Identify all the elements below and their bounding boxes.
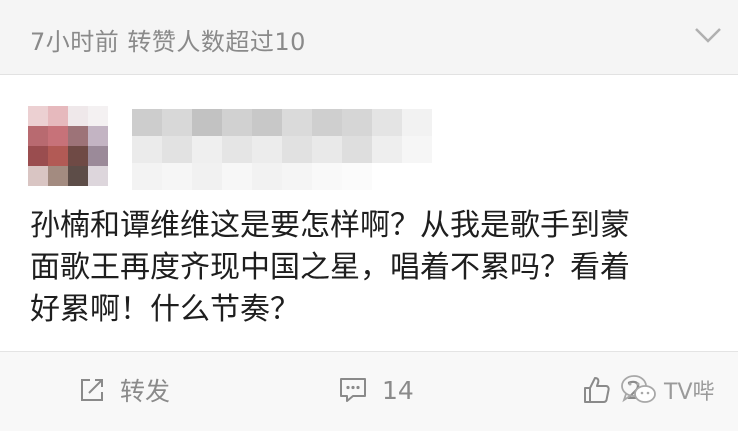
wechat-icon — [621, 375, 656, 403]
comment-count: 14 — [382, 375, 414, 405]
post-header: 7小时前 转赞人数超过10 — [0, 0, 738, 75]
watermark-text: TV哔 — [664, 380, 715, 405]
username-blurred[interactable] — [132, 109, 432, 191]
post-card: 孙楠和谭维维这是要怎样啊？从我是歌手到蒙 面歌王再度齐现中国之星，唱着不累吗？看… — [0, 75, 738, 350]
comment-button[interactable]: 14 — [338, 374, 414, 406]
action-bar: 转发 14 2 TV哔 — [0, 352, 738, 431]
post-meta: 7小时前 转赞人数超过10 — [30, 28, 306, 56]
repost-label: 转发 — [120, 377, 171, 406]
thumbs-up-icon — [584, 377, 610, 403]
comment-icon — [340, 378, 366, 402]
repost-button[interactable]: 转发 — [78, 374, 170, 406]
chevron-down-icon[interactable] — [694, 24, 722, 46]
avatar[interactable] — [28, 106, 108, 186]
watermark: TV哔 — [620, 370, 715, 410]
post-text: 孙楠和谭维维这是要怎样啊？从我是歌手到蒙 面歌王再度齐现中国之星，唱着不累吗？看… — [30, 208, 630, 327]
edit-icon — [81, 379, 103, 401]
